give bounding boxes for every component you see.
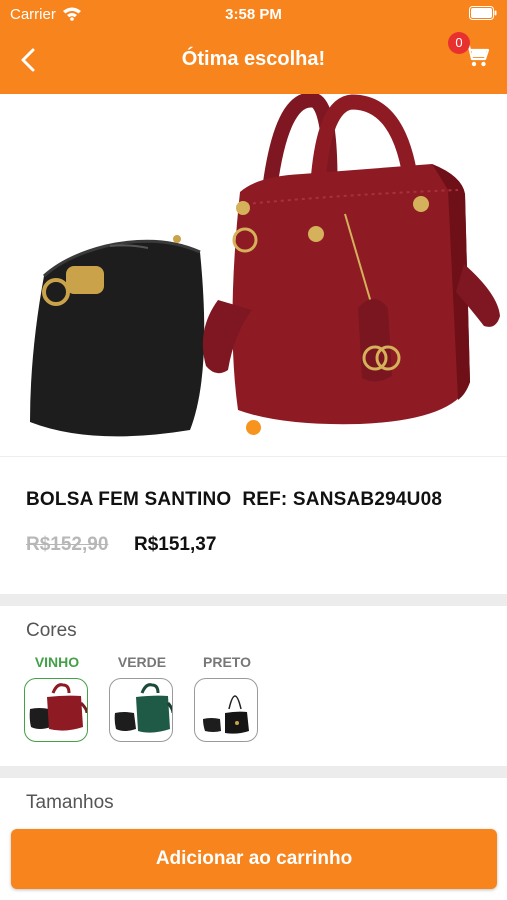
sizes-title: Tamanhos [26,792,114,813]
color-option-preto[interactable]: PRETO [194,654,260,742]
status-time: 3:58 PM [225,6,282,23]
cart-count-badge: 0 [448,32,470,54]
color-option-verde[interactable]: VERDE [109,654,175,742]
app-header: Carrier 3:58 PM Ótima escolha! 0 [0,0,507,94]
battery-icon [469,6,497,20]
color-swatch-vinho [24,678,88,742]
status-bar: Carrier 3:58 PM [0,0,507,30]
color-swatch-preto [194,678,258,742]
original-price: R$152,90 [26,534,109,555]
page-title: Ótima escolha! [181,48,326,70]
add-to-cart-button[interactable]: Adicionar ao carrinho [11,829,497,889]
colors-title: Cores [26,620,77,641]
section-divider [0,594,507,606]
product-image-gallery[interactable] [0,94,507,444]
section-divider [0,766,507,778]
color-label: VINHO [34,654,80,670]
cart-button[interactable]: 0 [448,30,498,76]
size-selector: Tamanhos [0,778,507,828]
color-selector: Cores VINHO VERDE PRETO [0,606,507,766]
gallery-page-indicator[interactable] [246,420,261,435]
product-image [30,94,500,437]
color-option-vinho[interactable]: VINHO [24,654,90,742]
current-price: R$151,37 [134,534,217,555]
color-label: VERDE [117,654,167,670]
product-name: BOLSA FEM SANTINO REF: SANSAB294U08 [26,489,443,510]
product-info: BOLSA FEM SANTINO REF: SANSAB294U08 R$15… [0,456,507,594]
color-swatch-verde [109,678,173,742]
color-label: PRETO [203,654,251,670]
